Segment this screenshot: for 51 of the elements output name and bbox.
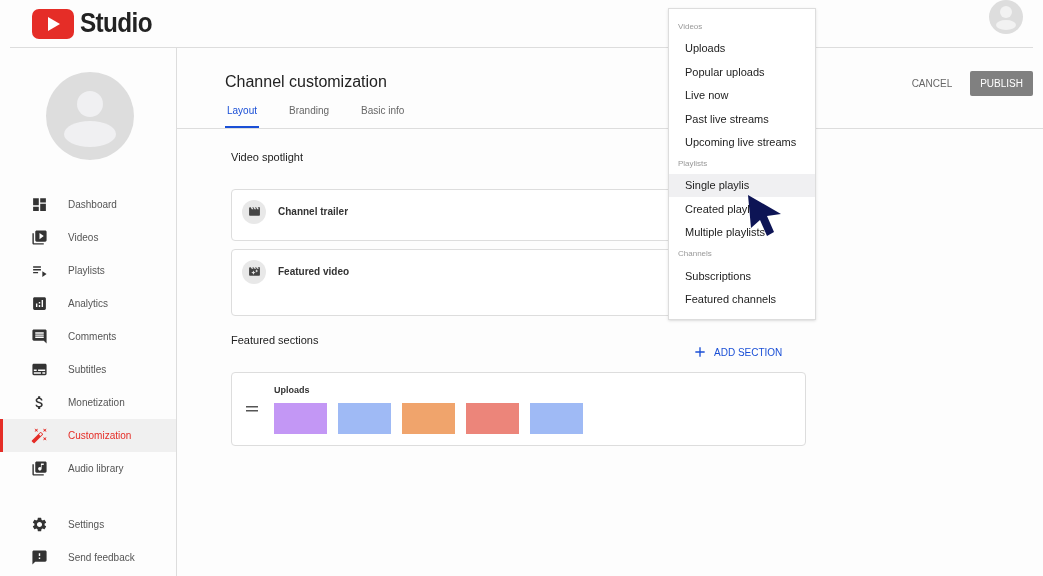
menu-item[interactable]: Past live streams xyxy=(669,107,815,131)
sidebar-item[interactable]: Audio library xyxy=(0,452,176,485)
publish-button[interactable]: PUBLISH xyxy=(970,71,1033,96)
tab[interactable]: Branding xyxy=(287,99,332,128)
plus-icon xyxy=(692,344,708,360)
sidebar-item[interactable]: Subtitles xyxy=(0,353,176,386)
add-section-button[interactable]: ADD SECTION xyxy=(686,342,789,362)
video-thumbnail[interactable] xyxy=(274,403,327,435)
menu-item[interactable]: Live now xyxy=(669,83,815,108)
drag-handle-icon[interactable] xyxy=(246,405,258,413)
video-thumbnail[interactable] xyxy=(466,403,519,435)
dashboard-icon xyxy=(31,196,48,213)
section-card[interactable]: Uploads xyxy=(231,372,806,446)
cancel-button[interactable]: CANCEL xyxy=(903,70,961,97)
video-thumbnail[interactable] xyxy=(530,403,583,435)
menu-item[interactable]: Popular uploads xyxy=(669,60,815,84)
menu-item[interactable]: Uploads xyxy=(669,37,815,61)
sidebar-item[interactable]: Monetization xyxy=(0,386,176,419)
video-library-icon xyxy=(31,229,48,246)
sidebar-item[interactable]: Comments xyxy=(0,320,176,353)
sidebar-item[interactable]: Videos xyxy=(0,221,176,254)
menu-group-heading: Playlists xyxy=(677,157,709,170)
video-thumbnail[interactable] xyxy=(338,403,391,435)
page-title: Channel customization xyxy=(225,72,387,92)
sidebar-item[interactable]: Customization xyxy=(0,419,176,452)
sidebar-item[interactable]: Settings xyxy=(0,508,176,541)
sidebar-item[interactable]: Analytics xyxy=(0,287,176,320)
clapper-icon xyxy=(242,259,266,284)
music-library-icon xyxy=(31,460,48,477)
comment-icon xyxy=(31,328,48,345)
studio-logo[interactable]: Studio xyxy=(32,3,160,44)
menu-group-heading: Channels xyxy=(677,248,713,261)
subtitles-icon xyxy=(31,361,48,378)
magic-wand-icon xyxy=(31,427,48,444)
section-heading: Featured sections xyxy=(231,332,319,348)
bar-chart-icon xyxy=(31,295,48,312)
tab[interactable]: Layout xyxy=(225,99,260,128)
sidebar-item[interactable]: Send feedback xyxy=(0,541,176,574)
feedback-icon xyxy=(31,549,48,566)
account-avatar[interactable] xyxy=(989,0,1023,34)
section-heading: Video spotlight xyxy=(231,150,303,165)
settings-icon xyxy=(31,516,48,533)
sidebar-item[interactable]: Playlists xyxy=(0,254,176,287)
section-title: Uploads xyxy=(274,383,311,397)
sidebar-item[interactable]: Dashboard xyxy=(0,188,176,221)
play-logo-icon xyxy=(32,8,74,39)
video-thumbnail[interactable] xyxy=(402,403,455,435)
menu-item[interactable]: Upcoming live streams xyxy=(669,130,815,154)
menu-group-heading: Videos xyxy=(677,21,704,33)
menu-item[interactable]: Single playlis xyxy=(669,173,815,198)
tab[interactable]: Basic info xyxy=(359,99,407,128)
